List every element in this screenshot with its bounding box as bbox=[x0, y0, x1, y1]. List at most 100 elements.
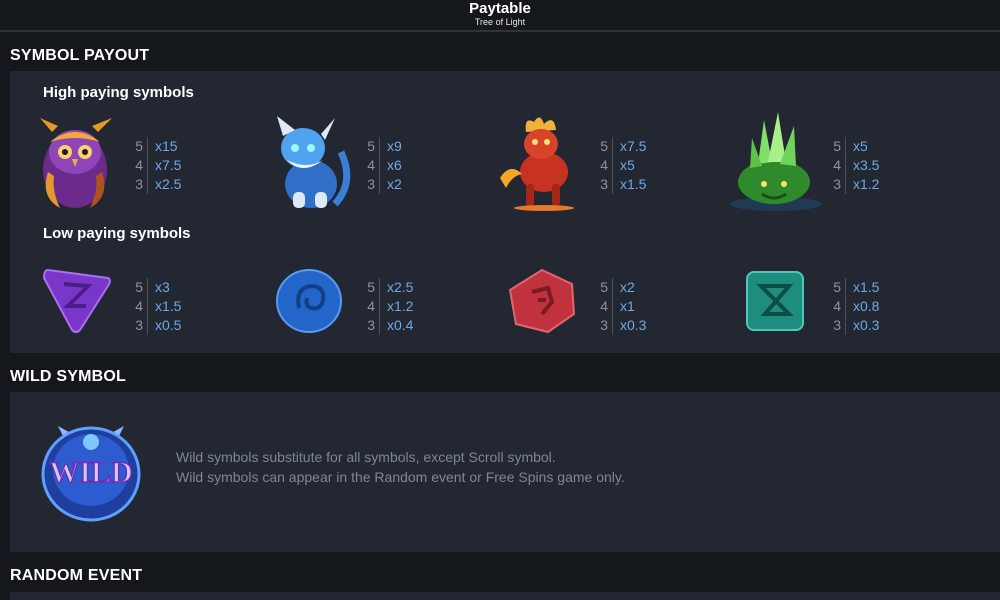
symbol-count: 3 bbox=[833, 176, 841, 192]
payout-row: 3 x2 bbox=[365, 175, 445, 194]
payout-multiplier: x15 bbox=[155, 138, 178, 154]
payout-multiplier: x0.8 bbox=[853, 298, 880, 314]
payout-row: 3 x2.5 bbox=[133, 175, 213, 194]
header-bar: Paytable Tree of Light bbox=[0, 0, 1000, 32]
payout-row: 5 x15 bbox=[133, 137, 213, 156]
low-4-payouts: 5 x1.5 4 x0.8 3 x0.3 bbox=[831, 278, 911, 335]
payout-multiplier: x3 bbox=[155, 279, 170, 295]
symbol-count: 4 bbox=[600, 298, 608, 314]
payout-multiplier: x3.5 bbox=[853, 157, 880, 173]
low-3-payouts: 5 x2 4 x1 3 x0.3 bbox=[598, 278, 678, 335]
payout-multiplier: x2.5 bbox=[155, 176, 182, 192]
symbol-count: 4 bbox=[135, 298, 143, 314]
page-title: Paytable bbox=[469, 0, 531, 17]
high-2-payouts: 5 x9 4 x6 3 x2 bbox=[365, 137, 445, 194]
symbol-count: 4 bbox=[600, 157, 608, 173]
red-hexagon-rune-icon bbox=[508, 268, 578, 334]
payout-multiplier: x6 bbox=[387, 157, 402, 173]
high-paying-heading: High paying symbols bbox=[43, 84, 194, 101]
payout-multiplier: x0.5 bbox=[155, 317, 182, 333]
symbol-count: 4 bbox=[367, 157, 375, 173]
low-1-payouts: 5 x3 4 x1.5 3 x0.5 bbox=[133, 278, 213, 335]
payout-multiplier: x2 bbox=[620, 279, 635, 295]
symbol-count: 4 bbox=[833, 157, 841, 173]
blue-circle-rune-icon bbox=[275, 268, 345, 334]
wild-description: Wild symbols substitute for all symbols,… bbox=[176, 447, 625, 487]
payout-row: 3 x1.2 bbox=[831, 175, 911, 194]
payout-row: 5 x2 bbox=[598, 278, 678, 297]
symbol-count: 4 bbox=[135, 157, 143, 173]
payout-row: 4 x1.5 bbox=[133, 297, 213, 316]
high-3-payouts: 5 x7.5 4 x5 3 x1.5 bbox=[598, 137, 678, 194]
symbol-count: 3 bbox=[600, 317, 608, 333]
symbol-count: 3 bbox=[367, 176, 375, 192]
payout-multiplier: x9 bbox=[387, 138, 402, 154]
payout-row: 4 x0.8 bbox=[831, 297, 911, 316]
payout-multiplier: x1.2 bbox=[387, 298, 414, 314]
payout-multiplier: x0.3 bbox=[853, 317, 880, 333]
teal-square-rune-icon bbox=[743, 268, 807, 334]
payout-row: 5 x3 bbox=[133, 278, 213, 297]
symbol-count: 3 bbox=[367, 317, 375, 333]
low-paying-heading: Low paying symbols bbox=[43, 225, 191, 242]
payout-multiplier: x1.5 bbox=[620, 176, 647, 192]
wild-line-1: Wild symbols substitute for all symbols,… bbox=[176, 449, 556, 465]
payout-row: 3 x0.4 bbox=[365, 316, 445, 335]
payout-row: 5 x2.5 bbox=[365, 278, 445, 297]
payout-row: 5 x7.5 bbox=[598, 137, 678, 156]
symbol-count: 5 bbox=[833, 138, 841, 154]
blue-cat-creature-icon bbox=[263, 112, 353, 212]
section-title-wild-symbol: WILD SYMBOL bbox=[10, 368, 126, 385]
symbol-count: 3 bbox=[833, 317, 841, 333]
payout-multiplier: x0.3 bbox=[620, 317, 647, 333]
low-2-payouts: 5 x2.5 4 x1.2 3 x0.4 bbox=[365, 278, 445, 335]
payout-row: 3 x0.3 bbox=[831, 316, 911, 335]
purple-triangle-rune-icon bbox=[40, 266, 114, 336]
payout-multiplier: x7.5 bbox=[620, 138, 647, 154]
payout-multiplier: x2 bbox=[387, 176, 402, 192]
payout-row: 4 x1.2 bbox=[365, 297, 445, 316]
symbol-count: 5 bbox=[367, 279, 375, 295]
payout-row: 5 x9 bbox=[365, 137, 445, 156]
payout-row: 3 x0.5 bbox=[133, 316, 213, 335]
section-title-random-event: RANDOM EVENT bbox=[10, 567, 143, 584]
high-1-payouts: 5 x15 4 x7.5 3 x2.5 bbox=[133, 137, 213, 194]
payout-row: 3 x1.5 bbox=[598, 175, 678, 194]
symbol-count: 5 bbox=[600, 279, 608, 295]
green-crystal-toad-icon bbox=[728, 112, 822, 212]
svg-text:WILD: WILD bbox=[49, 456, 132, 489]
symbol-count: 4 bbox=[833, 298, 841, 314]
game-name: Tree of Light bbox=[474, 17, 526, 27]
section-title-symbol-payout: SYMBOL PAYOUT bbox=[10, 47, 150, 64]
random-event-panel bbox=[10, 592, 1000, 600]
payout-multiplier: x2.5 bbox=[387, 279, 414, 295]
payout-row: 4 x3.5 bbox=[831, 156, 911, 175]
payout-multiplier: x1.2 bbox=[853, 176, 880, 192]
payout-row: 5 x5 bbox=[831, 137, 911, 156]
wild-badge-icon: WILD bbox=[36, 420, 146, 524]
payout-row: 4 x6 bbox=[365, 156, 445, 175]
wild-line-2: Wild symbols can appear in the Random ev… bbox=[176, 469, 625, 485]
red-fire-creature-icon bbox=[496, 112, 586, 212]
payout-row: 4 x5 bbox=[598, 156, 678, 175]
payout-multiplier: x1.5 bbox=[853, 279, 880, 295]
symbol-count: 3 bbox=[135, 317, 143, 333]
purple-owl-icon bbox=[30, 112, 120, 212]
symbol-count: 3 bbox=[135, 176, 143, 192]
payout-multiplier: x5 bbox=[620, 157, 635, 173]
payout-multiplier: x1.5 bbox=[155, 298, 182, 314]
symbol-count: 5 bbox=[135, 138, 143, 154]
symbol-count: 5 bbox=[833, 279, 841, 295]
symbol-count: 5 bbox=[600, 138, 608, 154]
symbol-count: 3 bbox=[600, 176, 608, 192]
payout-multiplier: x7.5 bbox=[155, 157, 182, 173]
symbol-count: 4 bbox=[367, 298, 375, 314]
payout-row: 4 x7.5 bbox=[133, 156, 213, 175]
payout-multiplier: x5 bbox=[853, 138, 868, 154]
payout-row: 4 x1 bbox=[598, 297, 678, 316]
symbol-count: 5 bbox=[367, 138, 375, 154]
high-4-payouts: 5 x5 4 x3.5 3 x1.2 bbox=[831, 137, 911, 194]
payout-multiplier: x0.4 bbox=[387, 317, 414, 333]
payout-row: 3 x0.3 bbox=[598, 316, 678, 335]
payout-row: 5 x1.5 bbox=[831, 278, 911, 297]
